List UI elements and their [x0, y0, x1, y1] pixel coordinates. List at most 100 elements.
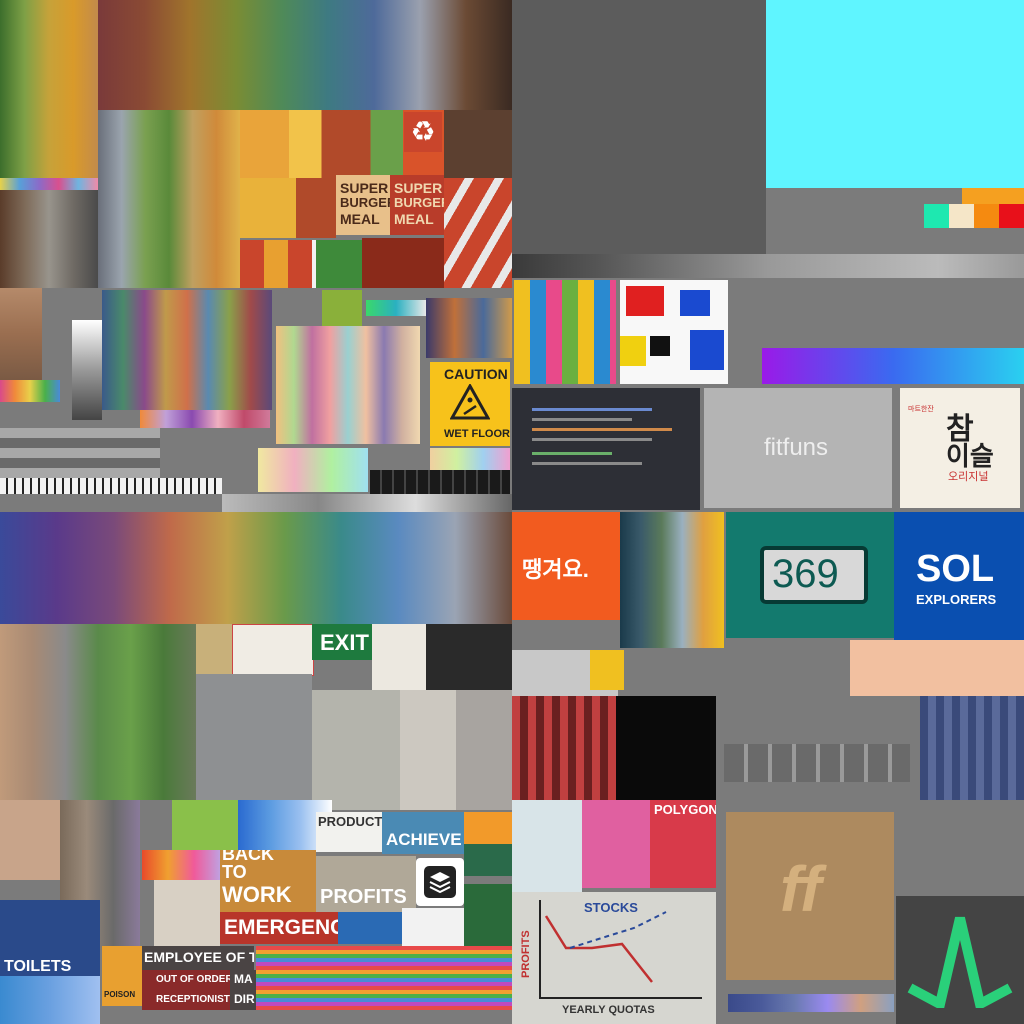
palette-bottom-mid	[0, 624, 196, 800]
pastel-strip-2	[430, 448, 510, 470]
receptionist-sign: RECEPTIONIST	[142, 990, 230, 1010]
achieve-poster: ACHIEVE	[382, 812, 464, 854]
out-of-order-text: OUT OF ORDER	[156, 974, 230, 985]
gray-steps	[512, 254, 1024, 278]
exit-sign-text: EXIT	[320, 630, 369, 655]
paper-doc	[372, 624, 426, 690]
dark-swatch-block	[426, 298, 512, 358]
employee-sign: EMPLOYEE OF T	[142, 946, 254, 970]
number-sign-tile: 369	[726, 512, 894, 638]
gray-ramp	[222, 494, 512, 512]
polygon-text: POLYGON	[654, 802, 716, 817]
palette-top-band	[98, 0, 512, 110]
work-text: WORK	[222, 882, 292, 907]
product-text: PRODUCT	[318, 814, 382, 829]
mini-swatches	[0, 380, 60, 402]
palette-multi-column	[102, 290, 272, 410]
circuit-board	[464, 884, 512, 946]
burger-sign-1: SUPER BURGER MEAL	[336, 175, 390, 235]
recycle-icon: ♻	[404, 112, 442, 152]
concrete-texture	[512, 0, 766, 254]
employee-text: EMPLOYEE OF T	[144, 949, 254, 965]
caution-subtitle: WET FLOOR	[444, 428, 510, 440]
warning-icon	[450, 384, 490, 420]
gray-gradient	[72, 320, 102, 420]
caution-title: CAUTION	[444, 366, 508, 382]
green-squares	[172, 800, 238, 850]
sunburst-tile	[322, 290, 362, 326]
loading-spinner-tile	[402, 908, 464, 948]
stack-icon	[416, 858, 464, 906]
keyboard-tile	[426, 624, 512, 690]
burger-line3: MEAL	[340, 211, 380, 227]
mondrian-tile	[620, 280, 728, 384]
pop-art-grid	[514, 280, 616, 384]
grill-marks-tile	[444, 110, 512, 178]
exit-sign: EXIT	[312, 624, 372, 660]
stick-figure-drawing	[512, 800, 582, 892]
out-of-order-sign: OUT OF ORDER	[142, 970, 230, 990]
green-swatch-strip	[366, 300, 426, 316]
orange-accent	[962, 188, 1024, 204]
orange-logo-tile: 땡겨요.	[512, 512, 620, 620]
piano-keys	[0, 478, 222, 494]
korean-logo-sub: 오리지널	[948, 471, 989, 483]
chalk-tile	[196, 624, 232, 674]
burger-line2: BURGER	[340, 195, 390, 210]
sol-title: SOL	[916, 548, 995, 590]
dark-logo-tile	[896, 896, 1024, 1024]
cyan-block	[766, 0, 1024, 188]
korean-logo-tile: 참 이슬 오리지널 마트한잔	[900, 388, 1020, 508]
building-icons-tile	[616, 696, 716, 800]
skin-tone-palette	[0, 288, 42, 380]
pastel-columns	[276, 326, 420, 444]
back-to-work-poster: BACK TO WORK	[220, 850, 316, 912]
achieve-text: ACHIEVE	[386, 830, 462, 849]
poison-text: POISON	[104, 990, 136, 999]
fries-tile	[240, 178, 296, 238]
sol-subtitle: EXPLORERS	[916, 592, 997, 607]
stripe-tile	[444, 178, 512, 288]
ff-logo-tile: ff	[726, 812, 894, 980]
lettuce-tile	[316, 240, 362, 288]
product-poster: PRODUCT	[316, 812, 382, 852]
sausage-tile	[296, 178, 336, 238]
palette-earth-tones	[0, 190, 98, 288]
number-sign-text: 369	[772, 552, 839, 596]
accent-swatches	[140, 410, 270, 428]
toilets-text: TOILETS	[4, 958, 72, 975]
mouth-expressions	[850, 640, 1024, 696]
plaid-blue-tile	[920, 696, 1024, 800]
gray-stripes	[0, 428, 160, 478]
burger-line1: SUPER	[340, 180, 389, 196]
palette-swatch-row	[0, 178, 98, 190]
dir-text: DIR	[234, 992, 255, 1006]
to-text: TO	[222, 862, 247, 882]
palette-top-left-columns	[0, 0, 98, 178]
burger-line1: SUPER	[394, 180, 443, 196]
chart-lines	[539, 900, 702, 999]
palette-mid-band	[98, 110, 240, 288]
accent-swatch-row	[924, 204, 1024, 228]
toilets-sign: TOILETS	[0, 900, 100, 976]
film-strip	[724, 744, 910, 782]
police-portrait	[582, 800, 650, 888]
swatch-pink-row	[142, 850, 220, 880]
blue-swatch-row	[728, 994, 894, 1012]
meat-tile	[362, 238, 444, 288]
chevron-logo-icon	[907, 916, 1013, 1008]
fitfuns-logo: fitfuns	[764, 434, 829, 461]
stocks-chart-poster: STOCKS PROFITS YEARLY QUOTAS	[512, 892, 716, 1024]
document-tile	[154, 880, 220, 946]
skin-tile-left	[0, 800, 60, 880]
orange-logo: 땡겨요.	[522, 557, 589, 582]
orange-swatch	[464, 812, 512, 876]
code-editor-screenshot	[512, 388, 700, 510]
burger-line2: BURGER	[394, 195, 444, 210]
caution-sign: CAUTION WET FLOOR	[430, 362, 510, 446]
palette-br-cols	[620, 512, 724, 648]
fitfuns-logo-tile: fitfuns	[704, 388, 892, 508]
rainbow-strips	[256, 946, 512, 1010]
receptionist-text: RECEPTIONIST	[156, 994, 230, 1005]
burger-sign-2: SUPER BURGER MEAL	[390, 175, 444, 235]
